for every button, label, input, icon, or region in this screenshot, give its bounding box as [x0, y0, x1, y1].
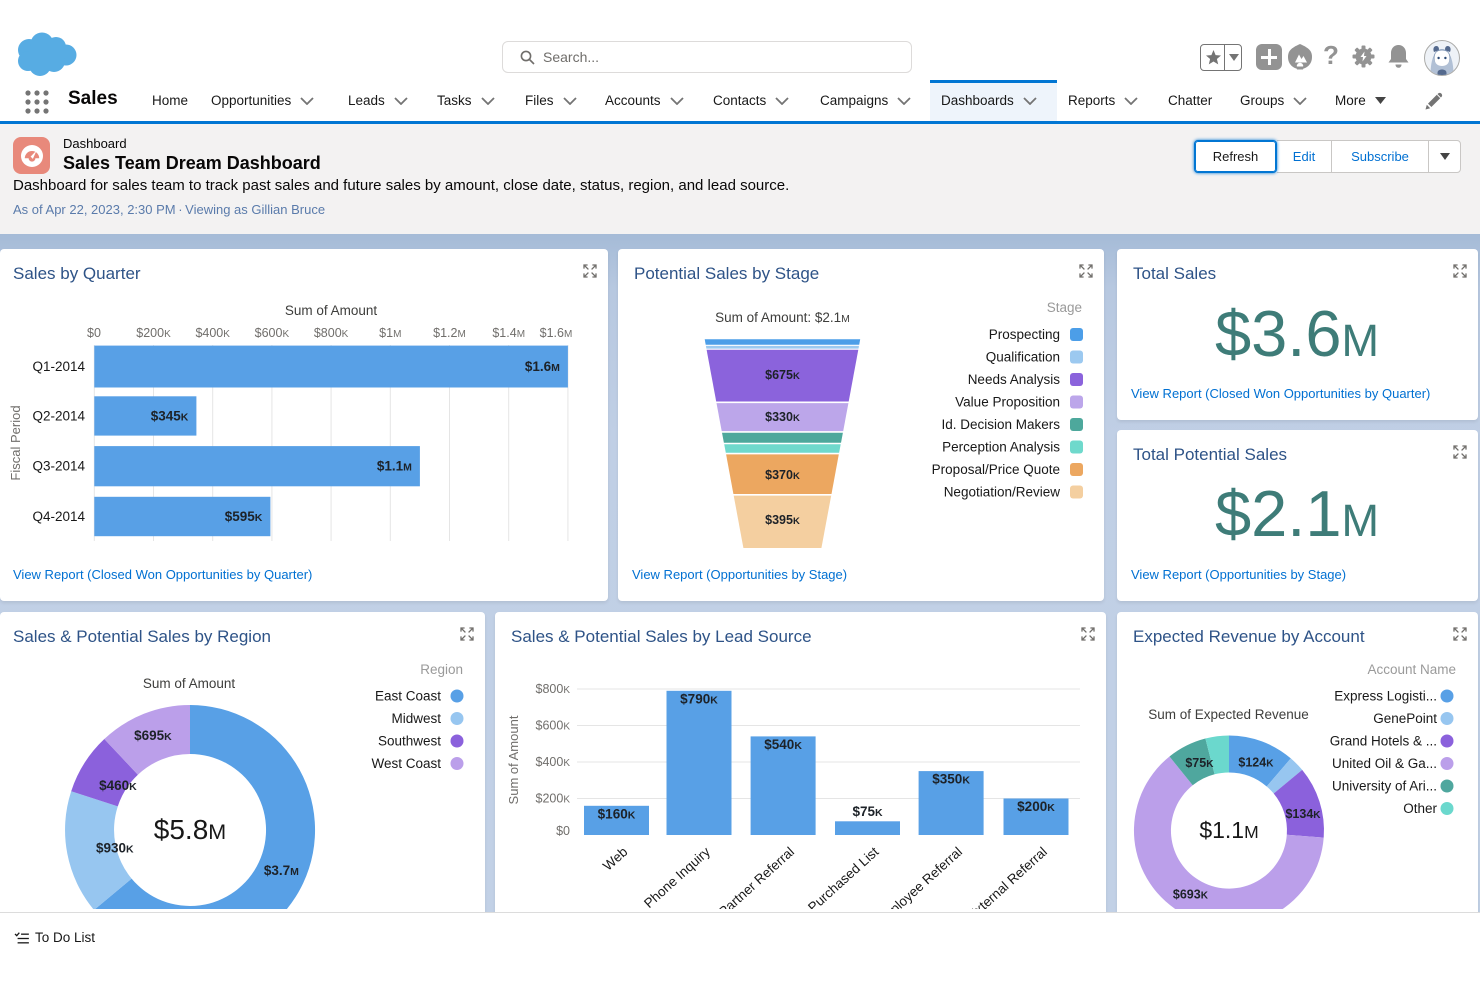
svg-text:Midwest: Midwest: [391, 711, 441, 726]
svg-text:$350K: $350K: [932, 772, 970, 787]
svg-text:Web: Web: [600, 844, 630, 874]
svg-text:$134K: $134K: [1285, 807, 1321, 821]
svg-text:$695K: $695K: [134, 728, 172, 743]
svg-text:$200K: $200K: [136, 326, 171, 340]
svg-text:$600K: $600K: [536, 719, 571, 733]
svg-text:$200K: $200K: [1017, 799, 1055, 814]
svg-text:$790K: $790K: [680, 691, 718, 706]
svg-text:Q2-2014: Q2-2014: [32, 409, 85, 424]
svg-text:Southwest: Southwest: [378, 734, 441, 749]
svg-text:Fiscal Period: Fiscal Period: [8, 405, 23, 480]
svg-text:Qualification: Qualification: [986, 350, 1060, 365]
svg-text:West Coast: West Coast: [371, 756, 441, 771]
svg-text:$0: $0: [87, 326, 101, 340]
svg-text:$540K: $540K: [764, 737, 802, 752]
svg-text:$0: $0: [556, 824, 570, 838]
svg-text:United Oil & Ga...: United Oil & Ga...: [1332, 756, 1437, 771]
svg-text:$330K: $330K: [765, 410, 800, 424]
svg-text:Sum of Amount: Sum of Amount: [506, 715, 521, 804]
svg-text:Perception Analysis: Perception Analysis: [942, 440, 1060, 455]
svg-text:Sum of Amount: Sum of Amount: [285, 303, 378, 318]
svg-text:$930K: $930K: [96, 841, 134, 856]
svg-text:Express Logisti...: Express Logisti...: [1334, 689, 1437, 704]
svg-text:$800K: $800K: [536, 682, 571, 696]
svg-text:$370K: $370K: [765, 468, 800, 482]
svg-text:$1.2M: $1.2M: [433, 326, 466, 340]
svg-text:Sum of Expected Revenue: Sum of Expected Revenue: [1148, 707, 1309, 722]
svg-text:$75K: $75K: [852, 804, 883, 819]
svg-text:$345K: $345K: [151, 409, 189, 424]
svg-text:$693K: $693K: [1173, 888, 1209, 902]
svg-text:Stage: Stage: [1047, 300, 1082, 315]
svg-text:$5.8M: $5.8M: [154, 814, 226, 845]
svg-text:$595K: $595K: [225, 509, 263, 524]
svg-text:$800K: $800K: [314, 326, 349, 340]
svg-text:$75K: $75K: [1185, 756, 1214, 770]
svg-text:GenePoint: GenePoint: [1373, 711, 1437, 726]
svg-text:Value Proposition: Value Proposition: [955, 395, 1060, 410]
svg-text:Partner Referral: Partner Referral: [716, 844, 797, 909]
svg-text:Q4-2014: Q4-2014: [32, 509, 85, 524]
svg-text:$3.6M: $3.6M: [1215, 297, 1379, 370]
svg-text:External Referral: External Referral: [965, 844, 1050, 909]
svg-text:$1M: $1M: [379, 326, 401, 340]
svg-text:Account Name: Account Name: [1367, 662, 1456, 677]
svg-text:University of Ari...: University of Ari...: [1332, 779, 1437, 794]
svg-text:?: ?: [1323, 40, 1339, 70]
svg-text:Region: Region: [420, 662, 463, 677]
svg-text:Proposal/Price Quote: Proposal/Price Quote: [932, 462, 1060, 477]
svg-text:Phone Inquiry: Phone Inquiry: [641, 844, 713, 909]
svg-text:$400K: $400K: [536, 755, 571, 769]
svg-text:Q1-2014: Q1-2014: [32, 359, 85, 374]
svg-text:Grand Hotels & ...: Grand Hotels & ...: [1330, 734, 1437, 749]
svg-text:Sum of Amount: $2.1M: Sum of Amount: $2.1M: [715, 310, 850, 325]
svg-text:$3.7M: $3.7M: [264, 863, 299, 878]
svg-text:Q3-2014: Q3-2014: [32, 459, 85, 474]
svg-text:$600K: $600K: [255, 326, 290, 340]
svg-text:Other: Other: [1403, 801, 1437, 816]
svg-text:$675K: $675K: [765, 368, 800, 382]
svg-text:$124K: $124K: [1238, 756, 1274, 770]
svg-text:Prospecting: Prospecting: [989, 327, 1060, 342]
svg-text:$1.4M: $1.4M: [492, 326, 525, 340]
svg-text:Purchased List: Purchased List: [805, 844, 882, 909]
svg-text:$160K: $160K: [598, 806, 636, 821]
svg-text:Negotiation/Review: Negotiation/Review: [944, 485, 1061, 500]
svg-text:East Coast: East Coast: [375, 689, 441, 704]
svg-text:$200K: $200K: [536, 792, 571, 806]
svg-text:Needs Analysis: Needs Analysis: [968, 372, 1061, 387]
svg-text:$2.1M: $2.1M: [1215, 477, 1379, 550]
svg-text:$460K: $460K: [99, 778, 137, 793]
svg-text:$1.6M: $1.6M: [525, 359, 560, 374]
svg-text:Employee Referral: Employee Referral: [872, 844, 965, 909]
svg-text:Id. Decision Makers: Id. Decision Makers: [941, 417, 1060, 432]
svg-text:Sum of Amount: Sum of Amount: [143, 676, 236, 691]
svg-text:$1.6M: $1.6M: [540, 326, 573, 340]
svg-text:$400K: $400K: [195, 326, 230, 340]
svg-text:$1.1M: $1.1M: [1199, 817, 1258, 843]
svg-text:$1.1M: $1.1M: [377, 459, 412, 474]
svg-text:$395K: $395K: [765, 513, 800, 527]
